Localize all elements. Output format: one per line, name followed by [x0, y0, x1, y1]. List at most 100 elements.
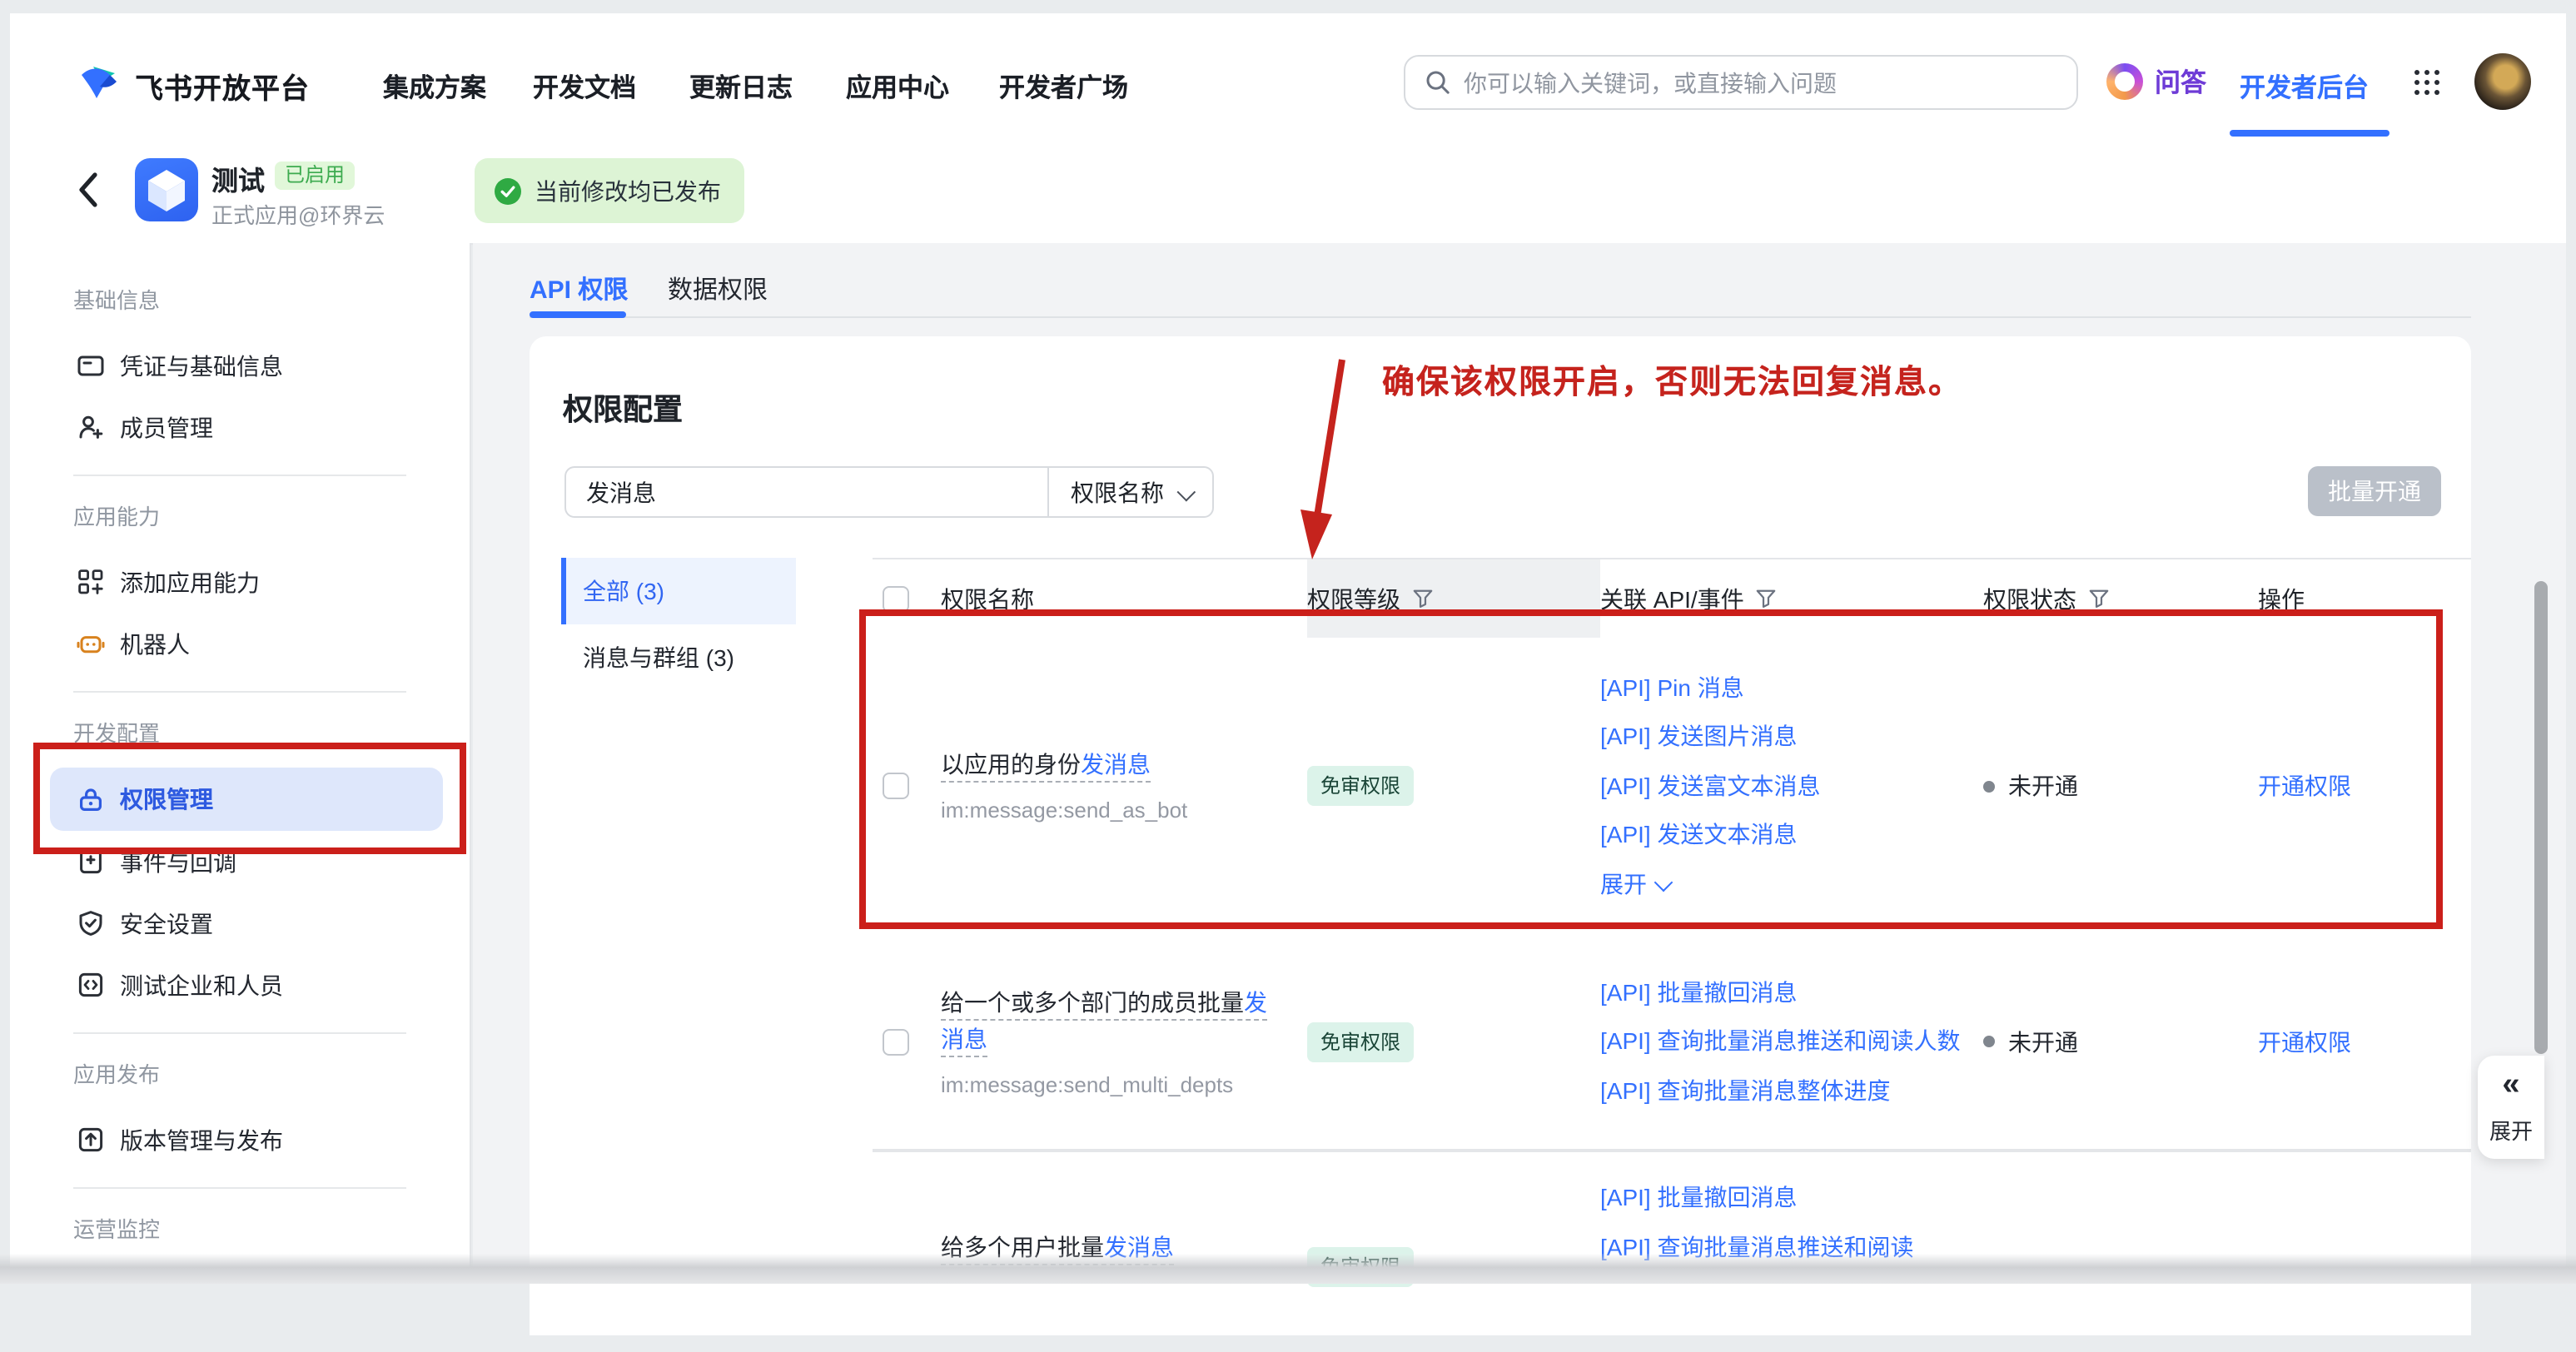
qa-link[interactable]: 问答 [2106, 63, 2206, 100]
qa-gradient-icon [2106, 63, 2143, 100]
sidebar-item-label: 安全设置 [120, 907, 213, 940]
category-active-bar [561, 558, 566, 624]
permission-name[interactable]: 给一个或多个部门的成员批量发消息 [941, 983, 1271, 1056]
row-action-cell: 开通权限 [2258, 934, 2471, 1149]
search-placeholder: 你可以输入关键词，或直接输入问题 [1464, 66, 1837, 99]
sidebar-divider [73, 691, 406, 693]
sidebar-section-label: 应用能力 [73, 501, 470, 534]
search-filter-select[interactable]: 权限名称 [1047, 466, 1214, 518]
sidebar-section-label: 应用发布 [73, 1059, 470, 1092]
page-title: 权限配置 [563, 386, 683, 430]
chevron-down-icon [1177, 482, 1196, 501]
filter-icon[interactable] [2088, 588, 2110, 609]
row-level-cell: 免审权限 [1307, 1152, 1600, 1352]
nav-item-0[interactable]: 集成方案 [383, 68, 486, 105]
sidebar-item-添加应用能力[interactable]: 添加应用能力 [50, 551, 443, 613]
status-text: 未开通 [2008, 1025, 2078, 1058]
back-icon[interactable] [77, 171, 100, 208]
sidebar-item-label: 成员管理 [120, 410, 213, 444]
sidebar-section-label: 基础信息 [73, 285, 470, 318]
sidebar-item-成员管理[interactable]: 成员管理 [50, 396, 443, 458]
category-label: 消息与群组 (3) [583, 641, 734, 674]
row-action-cell [2258, 1152, 2471, 1352]
bulk-open-button[interactable]: 批量开通 [2308, 466, 2441, 516]
screenshot-bottom-fade [0, 1254, 2576, 1284]
sidebar-item-机器人[interactable]: 机器人 [50, 613, 443, 674]
global-search-input[interactable]: 你可以输入关键词，或直接输入问题 [1404, 55, 2078, 110]
code-icon [77, 971, 105, 999]
filter-icon[interactable] [1412, 588, 1434, 609]
row-checkbox-cell [873, 934, 941, 1149]
search-icon [1425, 70, 1450, 95]
active-nav-underline [2230, 130, 2390, 137]
app-header: 测试 已启用 正式应用@环界云 当前修改均已发布 [10, 137, 2566, 245]
sidebar-item-安全设置[interactable]: 安全设置 [50, 892, 443, 954]
sidebar-divider [73, 1187, 406, 1189]
active-tab-underline [530, 311, 626, 317]
robot-icon [77, 629, 105, 658]
sidebar-item-label: 机器人 [120, 627, 190, 660]
apps-grid-icon[interactable] [2414, 70, 2441, 97]
shield-icon [77, 909, 105, 937]
app-name: 测试 [211, 158, 265, 198]
feishu-logo-icon [78, 60, 123, 105]
annotation-note: 确保该权限开启，否则无法回复消息。 [1382, 355, 1962, 403]
category-label: 全部 (3) [583, 574, 664, 608]
sidebar-item-label: 测试企业和人员 [120, 968, 283, 1002]
tab-divider [530, 316, 2471, 318]
sidebar-divider [73, 475, 406, 476]
member-add-icon [77, 413, 105, 441]
api-link[interactable]: [API] 查询批量消息推送和阅读人数 [1600, 1024, 1983, 1059]
api-link[interactable]: [API] 批量撤回消息 [1600, 975, 1983, 1010]
publish-status-banner: 当前修改均已发布 [475, 158, 744, 223]
nav-item-4[interactable]: 开发者广场 [999, 68, 1128, 105]
brand-title: 飞书开放平台 [135, 65, 310, 107]
permission-search-input[interactable]: 发消息 [564, 466, 1047, 518]
api-link[interactable]: [API] 批量撤回消息 [1600, 1181, 1983, 1215]
nav-item-3[interactable]: 应用中心 [846, 68, 949, 105]
scrollbar-thumb[interactable] [2534, 581, 2548, 1054]
category-全部 (3)[interactable]: 全部 (3) [561, 558, 796, 624]
filter-icon[interactable] [1756, 588, 1778, 609]
table-row: 给一个或多个部门的成员批量发消息 im:message:send_multi_de… [873, 934, 2471, 1151]
row-name-cell: 给多个用户批量发消息 [941, 1152, 1307, 1352]
double-chevron-left-icon: « [2502, 1069, 2519, 1102]
select-all-checkbox[interactable] [883, 585, 909, 612]
open-permission-link[interactable]: 开通权限 [2258, 1025, 2351, 1058]
expand-panel-button[interactable]: « 展开 [2478, 1056, 2544, 1159]
sidebar-item-label: 凭证与基础信息 [120, 349, 283, 382]
grid-plus-icon [77, 568, 105, 596]
sidebar-item-版本管理与发布[interactable]: 版本管理与发布 [50, 1109, 443, 1171]
id-card-icon [77, 351, 105, 380]
row-checkbox-cell [873, 1152, 941, 1352]
annotation-arrow [1286, 350, 1379, 566]
row-checkbox[interactable] [883, 1028, 909, 1055]
annotation-box-sidebar [33, 743, 466, 854]
banner-text: 当前修改均已发布 [535, 174, 721, 207]
developer-console-link[interactable]: 开发者后台 [2240, 68, 2369, 105]
sidebar-item-label: 添加应用能力 [120, 565, 260, 599]
row-api-cell: [API] 批量撤回消息[API] 查询批量消息推送和阅读 [1600, 1152, 1983, 1352]
row-level-cell: 免审权限 [1307, 934, 1600, 1149]
sidebar-divider [73, 1032, 406, 1034]
row-api-cell: [API] 批量撤回消息 [API] 查询批量消息推送和阅读人数 [API] 查询批… [1600, 934, 1983, 1149]
app-icon [135, 158, 198, 221]
permission-code: im:message:send_multi_depts [941, 1070, 1271, 1100]
nav-item-2[interactable]: 更新日志 [689, 68, 793, 105]
category-消息与群组 (3)[interactable]: 消息与群组 (3) [561, 624, 796, 691]
tab-数据权限[interactable]: 数据权限 [668, 271, 768, 306]
avatar[interactable] [2474, 53, 2531, 110]
permission-search-bar: 发消息 权限名称 [564, 466, 1214, 518]
sidebar-item-凭证与基础信息[interactable]: 凭证与基础信息 [50, 335, 443, 396]
sidebar-section-label: 运营监控 [73, 1214, 470, 1247]
page: 飞书开放平台 集成方案 开发文档 更新日志 应用中心 开发者广场 你可以输入关键词，或直… [0, 0, 2576, 1284]
top-navbar: 飞书开放平台 集成方案 开发文档 更新日志 应用中心 开发者广场 你可以输入关键词，或直… [10, 13, 2566, 138]
level-tag: 免审权限 [1307, 1021, 1414, 1061]
name-text: 给一个或多个部门的成员批量 [941, 988, 1244, 1015]
api-link[interactable]: [API] 查询批量消息整体进度 [1600, 1073, 1983, 1108]
sidebar-item-label: 版本管理与发布 [120, 1123, 283, 1156]
sidebar-item-测试企业和人员[interactable]: 测试企业和人员 [50, 954, 443, 1016]
nav-item-1[interactable]: 开发文档 [533, 68, 636, 105]
status-badge: 已启用 [275, 162, 355, 190]
tab-API 权限[interactable]: API 权限 [530, 271, 628, 306]
